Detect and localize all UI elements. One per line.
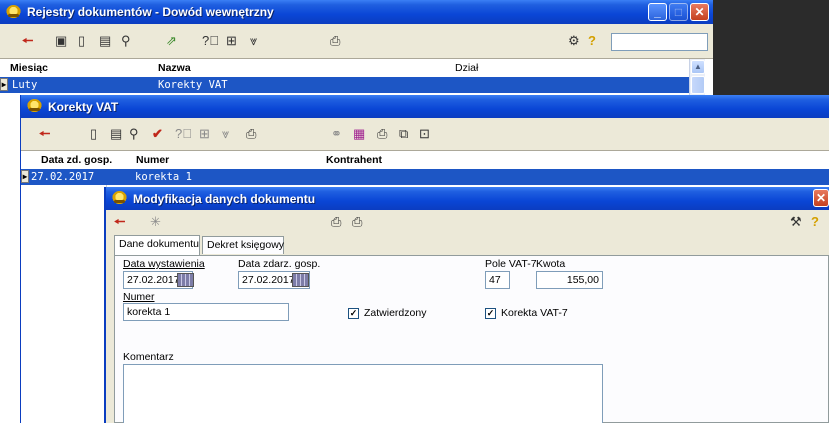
help-icon[interactable]: ? [811,214,819,230]
query-icon[interactable]: ?⃞ [175,126,192,142]
scroll-thumb[interactable] [691,76,705,94]
dialog-tabs: Dane dokumentu Dekret księgowy [114,235,829,257]
table-row[interactable]: ▶ 27.02.2017 korekta 1 [21,169,829,185]
back-arrow-icon[interactable]: 🠔 [22,33,33,49]
column-department[interactable]: Dział [455,62,478,74]
approved-checkbox[interactable]: ✓ [348,308,359,319]
comment-textarea[interactable] [123,364,603,423]
edit-document-icon[interactable]: ▤ [99,33,111,49]
sort-icon[interactable]: ⊞ [226,33,237,49]
minimize-button[interactable]: _ [648,3,667,21]
vat-corrections-toolbar: 🠔 ▯ ▤ ⚲ ✔ ?⃞ ⊞ ⩔ ⎙ ⚭ ▦ ⎙ ⧉ ⊡ [21,118,829,150]
dialog-title: Modyfikacja danych dokumentu [133,191,316,206]
registers-title: Rejestry dokumentów - Dowód wewnętrzny [27,5,274,19]
maximize-button[interactable]: □ [669,3,688,21]
vat-correction-checkbox[interactable]: ✓ [485,308,496,319]
chart-icon[interactable]: ▦ [353,126,365,142]
help-icon[interactable]: ? [588,33,596,49]
filter-icon[interactable]: ⩔ [250,33,257,49]
back-arrow-icon[interactable]: 🠔 [39,126,50,142]
tab-page: Data wystawienia 27.02.2017 Data zdarz. … [114,255,829,423]
app-icon [6,4,21,20]
desktop-background [713,0,829,96]
vat-correction-label[interactable]: Korekta VAT-7 [501,307,568,319]
open-register-icon[interactable]: ▣ [55,33,67,49]
edit-document-dialog: Modyfikacja danych dokumentu ✕ 🠔 ✳ ⎙ ⎙ ⚒… [104,187,829,423]
amount-input[interactable]: 155,00 [536,271,603,289]
registers-scrollbar[interactable]: ▲ [689,59,705,99]
sort-icon[interactable]: ⊞ [199,126,210,142]
print-icon[interactable]: ⎙ [330,33,340,49]
back-arrow-icon[interactable]: 🠔 [114,214,125,230]
row-number: korekta 1 [135,171,192,183]
approve-check-icon[interactable]: ✔ [152,126,163,142]
dialog-close-button[interactable]: ✕ [813,189,829,207]
group-icon[interactable]: ⚭ [331,126,342,142]
column-name[interactable]: Nazwa [158,62,191,74]
split-icon[interactable]: ✳ [150,214,161,230]
calendar-icon[interactable] [292,273,309,287]
print-list-icon[interactable]: ⎙ [377,126,387,142]
binoculars-icon[interactable]: ⚲ [129,126,139,142]
new-document-icon[interactable]: ▯ [90,126,97,142]
column-month[interactable]: Miesiąc [10,62,48,74]
print-icon[interactable]: ⎙ [246,126,256,142]
registers-toolbar: 🠔 ▣ ▯ ▤ ⚲ ⇗ ?⃞ ⊞ ⩔ ⎙ ⚙ ? [0,24,713,58]
table-row[interactable]: ▶ Luty Korekty VAT [0,77,689,93]
column-number[interactable]: Numer [136,154,169,166]
column-event-date[interactable]: Data zd. gosp. [41,154,112,166]
app-icon [112,191,127,206]
close-button[interactable]: ✕ [690,3,709,21]
tools-icon[interactable]: ⚒ [790,214,802,230]
vat-field-input[interactable]: 47 [485,271,510,289]
quick-search-input[interactable] [611,33,708,51]
scroll-up-icon[interactable]: ▲ [691,60,705,74]
dialog-titlebar[interactable]: Modyfikacja danych dokumentu ✕ [106,187,829,210]
edit-document-icon[interactable]: ▤ [110,126,122,142]
tab-accounting-entry[interactable]: Dekret księgowy [202,236,284,254]
column-contractor[interactable]: Kontrahent [326,154,382,166]
calendar-icon[interactable] [177,273,194,287]
export-icon[interactable]: ⇗ [166,33,177,49]
number-label: Numer [123,291,155,303]
comment-label: Komentarz [123,351,174,363]
new-document-icon[interactable]: ▯ [78,33,85,49]
copy-icon[interactable]: ⧉ [399,126,408,142]
vat-corrections-titlebar[interactable]: Korekty VAT [21,95,829,118]
import-icon[interactable]: ⊡ [419,126,430,142]
event-date-label: Data zdarz. gosp. [238,258,321,270]
tab-document-data[interactable]: Dane dokumentu [114,235,200,255]
number-input[interactable]: korekta 1 [123,303,289,321]
approved-label[interactable]: Zatwierdzony [364,307,426,319]
row-date: 27.02.2017 [31,171,95,183]
print-icon[interactable]: ⎙ [331,214,341,230]
dialog-toolbar: 🠔 ✳ ⎙ ⎙ ⚒ ? [106,210,829,235]
vat-corrections-title: Korekty VAT [48,99,119,114]
app-icon [27,99,42,114]
row-marker-icon: ▶ [21,170,29,183]
amount-label: Kwota [536,258,566,270]
row-name: Korekty VAT [158,79,228,91]
registers-titlebar[interactable]: Rejestry dokumentów - Dowód wewnętrzny _… [0,0,713,24]
print-list-icon[interactable]: ⎙ [352,214,362,230]
vat-field-label: Pole VAT-7 [485,258,537,270]
filter-icon[interactable]: ⩔ [222,126,229,142]
binoculars-icon[interactable]: ⚲ [121,33,131,49]
tools-icon[interactable]: ⚙ [568,33,580,49]
row-marker-icon: ▶ [0,78,8,91]
row-month: Luty [12,79,38,91]
query-icon[interactable]: ?⃞ [202,33,219,49]
issue-date-label: Data wystawienia [123,258,205,270]
